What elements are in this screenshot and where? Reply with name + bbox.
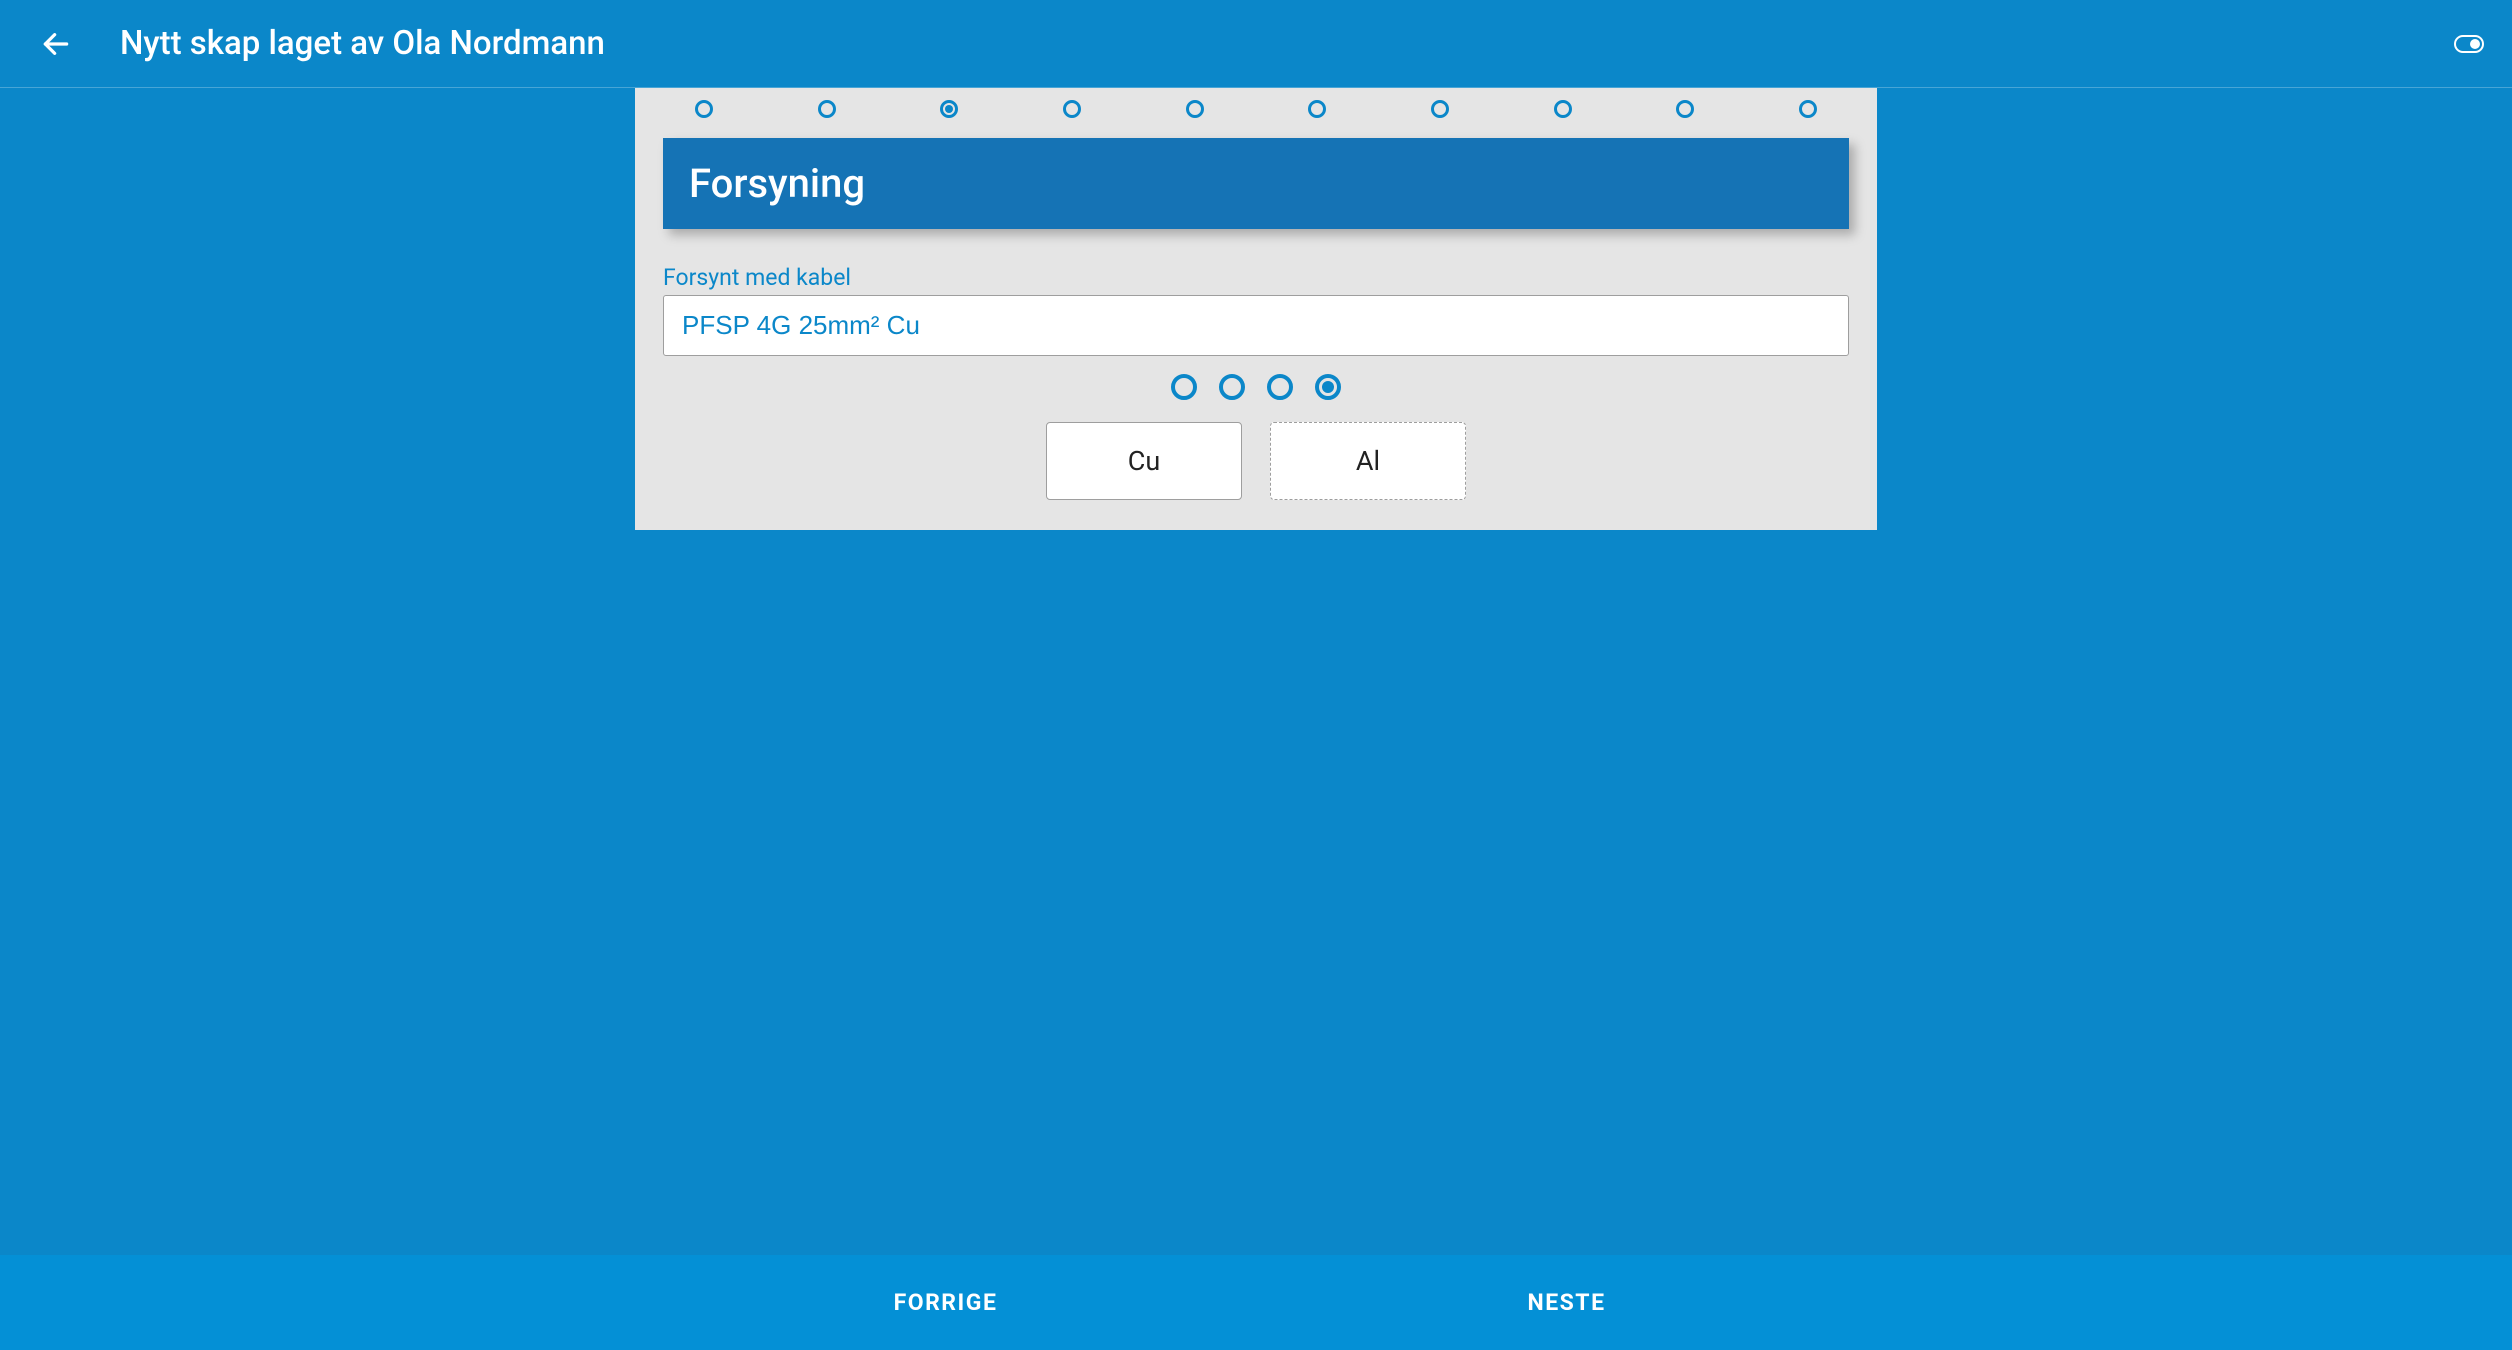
prev-button[interactable]: FORRIGE (635, 1289, 1256, 1316)
page-title: Nytt skap laget av Ola Nordmann (120, 24, 605, 63)
material-cu-button[interactable]: Cu (1046, 422, 1242, 500)
size-dot-1[interactable] (1171, 374, 1197, 400)
cable-size-stepper (663, 374, 1849, 400)
step-dot-3[interactable] (940, 100, 958, 118)
step-dot-2[interactable] (818, 100, 836, 118)
form-card: Forsyning Forsynt med kabel Cu Al (635, 88, 1877, 530)
arrow-back-icon (40, 28, 72, 60)
step-dot-4[interactable] (1063, 100, 1081, 118)
material-row: Cu Al (663, 422, 1849, 500)
step-dot-7[interactable] (1431, 100, 1449, 118)
wizard-stepper (635, 88, 1877, 126)
appbar: Nytt skap laget av Ola Nordmann (0, 0, 2512, 88)
size-dot-4[interactable] (1315, 374, 1341, 400)
step-dot-10[interactable] (1799, 100, 1817, 118)
footer-bar: FORRIGE NESTE (0, 1255, 2512, 1350)
cable-input[interactable] (663, 295, 1849, 356)
step-dot-8[interactable] (1554, 100, 1572, 118)
section-header: Forsyning (663, 138, 1849, 229)
appbar-toggle[interactable] (2454, 35, 2484, 53)
form-body: Forsynt med kabel Cu Al (635, 264, 1877, 500)
step-dot-6[interactable] (1308, 100, 1326, 118)
cable-field-label: Forsynt med kabel (663, 264, 1849, 291)
back-button[interactable] (32, 20, 80, 68)
material-al-button[interactable]: Al (1270, 422, 1466, 500)
next-button[interactable]: NESTE (1256, 1289, 1877, 1316)
size-dot-2[interactable] (1219, 374, 1245, 400)
size-dot-3[interactable] (1267, 374, 1293, 400)
footer-inner: FORRIGE NESTE (635, 1289, 1877, 1316)
toggle-knob-icon (2470, 39, 2480, 49)
step-dot-1[interactable] (695, 100, 713, 118)
step-dot-5[interactable] (1186, 100, 1204, 118)
step-dot-9[interactable] (1676, 100, 1694, 118)
main-area: Forsyning Forsynt med kabel Cu Al (0, 88, 2512, 1255)
